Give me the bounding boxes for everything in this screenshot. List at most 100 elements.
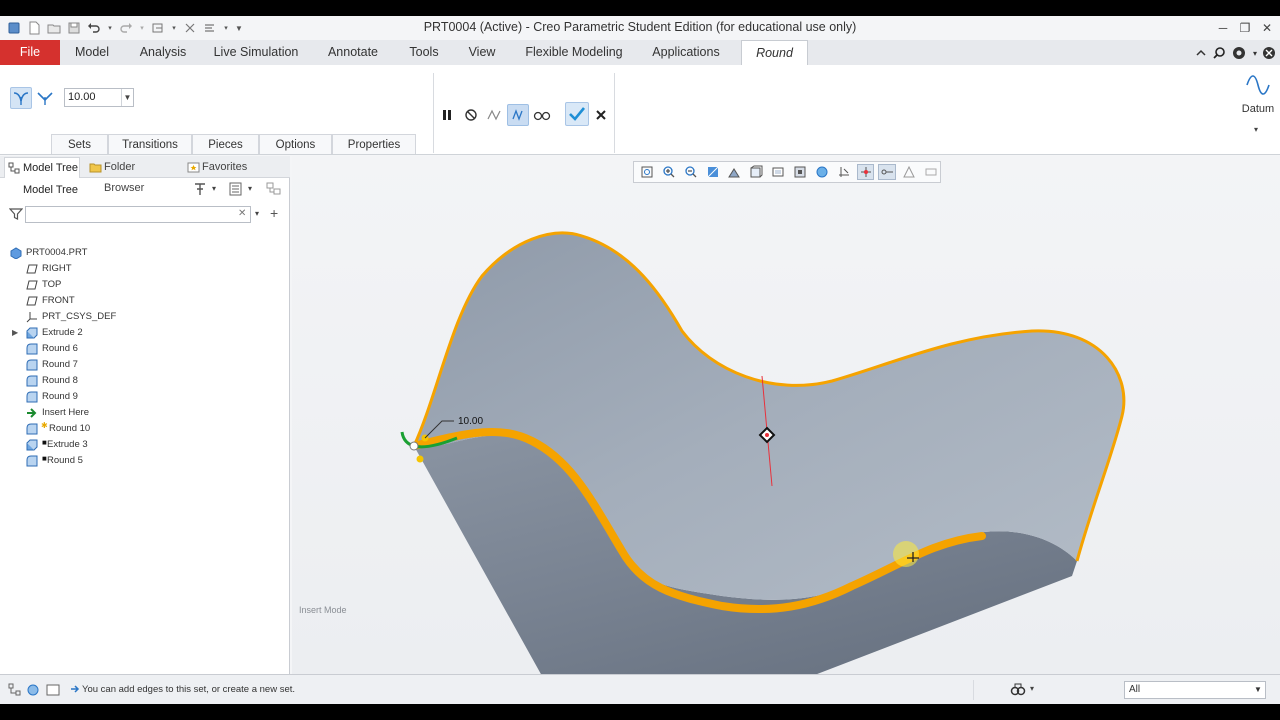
tree-item-round-6[interactable]: Round 6 [0,341,288,357]
radius-dimension-label[interactable]: 10.00 [458,416,483,427]
find-dropdown-icon[interactable]: ▾ [1030,684,1034,693]
expand-arrow-icon[interactable]: ▶ [12,325,18,341]
tree-item-round-5[interactable]: ■ Round 5 [0,453,288,469]
tab-model-tree[interactable]: Model Tree [4,157,80,178]
datum-plane-icon [26,296,38,306]
dashboard-tab-options[interactable]: Options [259,134,332,154]
model-tree-search-input[interactable] [25,206,251,223]
add-filter-icon[interactable]: + [270,205,278,221]
layers-icon[interactable] [922,164,940,180]
simulation-display-icon[interactable] [900,164,918,180]
tree-item-right[interactable]: RIGHT [0,261,288,277]
tree-item-round-7[interactable]: Round 7 [0,357,288,373]
graphics-viewport[interactable]: 10.00 Insert Mode [292,156,1280,674]
pause-button[interactable] [436,104,458,126]
title-bar: ▾ ▾ ▾ ▾ ▼ PRT0004 (Active) - Creo Parame… [0,16,1280,40]
cursor-highlight [893,541,919,567]
tab-favorites[interactable]: Favorites [184,157,250,178]
verify-mode-button[interactable] [507,104,529,126]
view-manager-icon[interactable] [769,164,787,180]
appearance-icon[interactable] [813,164,831,180]
filter-funnel-icon[interactable] [8,207,24,221]
dashboard-tab-transitions[interactable]: Transitions [108,134,192,154]
tree-item-csys[interactable]: PRT_CSYS_DEF [0,309,288,325]
ribbon-separator [433,73,434,153]
restore-icon[interactable]: ❐ [1234,18,1256,38]
tree-settings-icon[interactable] [193,181,207,197]
tab-analysis[interactable]: Analysis [126,40,200,65]
ok-checkmark-button[interactable] [565,102,589,126]
find-icon[interactable] [1010,682,1026,698]
minimize-icon[interactable]: ─ [1212,18,1234,38]
refit-icon[interactable] [638,164,656,180]
clear-search-icon[interactable]: ✕ [238,208,246,219]
dashboard-tab-pieces[interactable]: Pieces [192,134,259,154]
show-columns-icon[interactable] [229,181,243,197]
radius-value-field[interactable]: 10.00 ▼ [64,88,134,107]
tab-annotate[interactable]: Annotate [316,40,390,65]
ribbon-tab-bar: File Model Analysis Live Simulation Anno… [0,40,1280,66]
constant-round-button[interactable] [10,87,32,109]
datum-icon [1246,75,1270,95]
datum-display-icon[interactable] [835,164,853,180]
zoom-in-icon[interactable] [660,164,678,180]
tab-flexible-modeling[interactable]: Flexible Modeling [516,40,632,65]
perspective-icon[interactable] [791,164,809,180]
radius-dropdown-icon[interactable]: ▼ [121,89,133,106]
tab-live-simulation[interactable]: Live Simulation [204,40,308,65]
show-columns-dropdown-icon[interactable]: ▾ [248,184,252,193]
tree-item-round-8[interactable]: Round 8 [0,373,288,389]
radius-drag-handle[interactable] [416,455,424,463]
tree-settings-dropdown-icon[interactable]: ▾ [212,184,216,193]
tree-item-extrude-2[interactable]: ▶ Extrude 2 [0,325,288,341]
datum-group[interactable]: Datum ▾ [1240,69,1276,134]
chamfer-round-button[interactable] [34,87,56,109]
tab-round[interactable]: Round [741,40,808,66]
glasses-preview-button[interactable] [531,104,553,126]
expand-ribbon-icon[interactable] [1192,44,1210,62]
navigator-toggle-icon[interactable] [8,683,22,697]
tree-filters-icon[interactable] [266,181,282,197]
tab-tools[interactable]: Tools [398,40,450,65]
tree-item-label: Round 8 [42,375,78,386]
tab-folder-browser[interactable]: Folder Browser [86,157,178,194]
selection-filter-select[interactable]: All ▼ [1124,681,1266,699]
browser-toggle-icon[interactable] [26,683,40,697]
search-icon[interactable] [1210,44,1228,62]
tab-view[interactable]: View [458,40,506,65]
full-screen-icon[interactable] [46,683,60,697]
annotation-display-icon[interactable] [878,164,897,180]
3d-model-view[interactable]: 10.00 [292,156,1280,674]
round-icon [26,375,38,387]
round-icon [26,423,38,435]
edge-vertex-handle[interactable] [409,441,419,451]
tree-item-top[interactable]: TOP [0,277,288,293]
dashboard-tab-properties[interactable]: Properties [332,134,416,154]
exit-icon[interactable] [1260,44,1278,62]
folder-icon [89,163,102,173]
no-preview-button[interactable] [460,104,482,126]
search-options-dropdown-icon[interactable]: ▾ [255,209,259,218]
tree-item-label: Extrude 2 [42,327,83,338]
tree-item-part[interactable]: PRT0004.PRT [0,245,288,261]
datum-dropdown-icon[interactable]: ▾ [1254,125,1258,134]
close-window-icon[interactable]: ✕ [1256,18,1278,38]
tree-item-label: Insert Here [42,407,89,418]
tree-item-label: Round 7 [42,359,78,370]
cancel-close-button[interactable] [590,104,612,126]
preview-geometry-button[interactable] [483,104,505,126]
selection-filter-value: All [1129,684,1141,695]
tree-item-label: Round 6 [42,343,78,354]
zoom-out-icon[interactable] [682,164,700,180]
repaint-icon[interactable] [704,164,722,180]
display-style-icon[interactable] [725,164,743,180]
dashboard-tab-sets[interactable]: Sets [51,134,108,154]
tab-applications[interactable]: Applications [640,40,732,65]
spin-center-icon[interactable] [856,164,875,180]
tab-file[interactable]: File [0,40,60,65]
tree-item-front[interactable]: FRONT [0,293,288,309]
tree-item-round-9[interactable]: Round 9 [0,389,288,405]
filter-dropdown-icon[interactable]: ▼ [1251,682,1265,698]
tab-model[interactable]: Model [62,40,122,65]
saved-orientations-icon[interactable] [747,164,765,180]
